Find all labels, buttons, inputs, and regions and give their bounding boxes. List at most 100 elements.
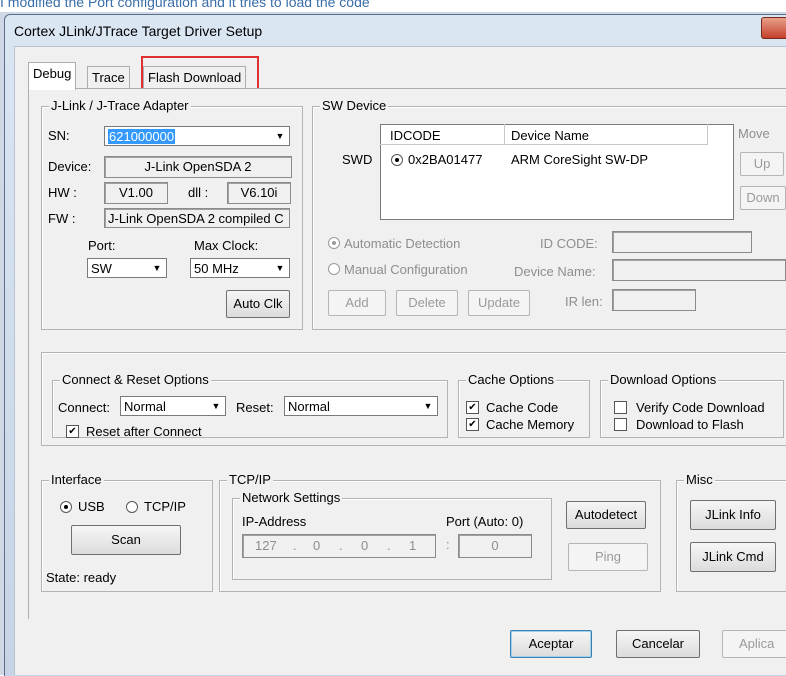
jlink-cmd-button[interactable]: JLink Cmd (690, 542, 776, 572)
sn-select[interactable]: 621000000 ▼ (104, 126, 290, 146)
tcpip-group-label: TCP/IP (227, 472, 273, 487)
autodetect-button[interactable]: Autodetect (566, 501, 646, 529)
usb-radio[interactable] (60, 501, 72, 513)
fw-value: J-Link OpenSDA 2 compiled C (104, 208, 290, 228)
sn-value: 621000000 (108, 129, 176, 144)
window-title: Cortex JLink/JTrace Target Driver Setup (14, 23, 263, 39)
verify-code-download-label: Verify Code Download (636, 400, 765, 415)
update-button[interactable]: Update (468, 290, 530, 316)
connect-label: Connect: (58, 400, 111, 415)
auto-clk-button[interactable]: Auto Clk (226, 290, 290, 318)
cache-memory-label: Cache Memory (486, 417, 575, 432)
cache-options-group-label: Cache Options (466, 372, 556, 387)
verify-code-download-checkbox[interactable] (614, 401, 627, 414)
ping-button[interactable]: Ping (568, 543, 648, 571)
reset-after-connect-checkbox[interactable]: ✔ (66, 425, 79, 438)
page-caption: I modified the Port configuration and it… (0, 0, 370, 10)
ip-octet-2: 0 (313, 538, 321, 553)
idcode-field-label: ID CODE: (540, 236, 598, 251)
ip-octet-4: 1 (409, 538, 417, 553)
chevron-down-icon: ▼ (275, 131, 285, 141)
usb-label: USB (78, 499, 105, 514)
reset-value: Normal (288, 399, 330, 414)
device-value: J-Link OpenSDA 2 (104, 156, 292, 178)
col-device-label: Device Name (511, 128, 590, 143)
col-idcode-header[interactable]: IDCODE (380, 124, 505, 145)
misc-group-label: Misc (684, 472, 715, 487)
swd-row-radio[interactable] (391, 154, 403, 166)
max-clock-value: 50 MHz (194, 261, 239, 276)
sw-device-group-label: SW Device (320, 98, 389, 113)
automatic-detection-label: Automatic Detection (344, 236, 461, 251)
ir-len-field[interactable] (612, 289, 696, 311)
jlink-info-button[interactable]: JLink Info (690, 500, 776, 530)
port-value: SW (91, 261, 112, 276)
network-settings-label: Network Settings (240, 490, 343, 505)
connect-select[interactable]: Normal ▼ (120, 396, 226, 416)
add-button[interactable]: Add (328, 290, 386, 316)
connect-reset-group-label: Connect & Reset Options (60, 372, 211, 387)
dll-value: V6.10i (227, 182, 291, 204)
ir-len-label: IR len: (565, 294, 603, 309)
close-button[interactable] (761, 17, 786, 39)
reset-select[interactable]: Normal ▼ (284, 396, 438, 416)
move-down-button[interactable]: Down (740, 186, 786, 210)
port-label: Port: (88, 238, 116, 253)
port-auto-label: Port (Auto: 0) (446, 514, 524, 529)
idcode-field[interactable] (612, 231, 752, 253)
chevron-down-icon: ▼ (423, 401, 433, 411)
download-to-flash-label: Download to Flash (636, 417, 744, 432)
download-options-group-label: Download Options (608, 372, 719, 387)
move-up-button[interactable]: Up (740, 152, 784, 176)
ip-octet-1: 127 (255, 538, 277, 553)
ip-address-field[interactable]: 127 . 0 . 0 . 1 (242, 534, 436, 558)
delete-button[interactable]: Delete (396, 290, 458, 316)
cache-memory-checkbox[interactable]: ✔ (466, 418, 479, 431)
manual-configuration-label: Manual Configuration (344, 262, 468, 277)
chevron-down-icon: ▼ (211, 401, 221, 411)
device-label: Device: (48, 159, 92, 174)
max-clock-select[interactable]: 50 MHz ▼ (190, 258, 290, 278)
col-idcode-label: IDCODE (390, 128, 441, 143)
ip-octet-3: 0 (361, 538, 369, 553)
chevron-down-icon: ▼ (152, 263, 162, 273)
reset-after-connect-label: Reset after Connect (86, 424, 202, 439)
cancel-button[interactable]: Cancelar (616, 630, 700, 658)
manual-configuration-radio[interactable] (328, 263, 340, 275)
col-device-header[interactable]: Device Name (505, 124, 708, 145)
row-idcode: 0x2BA01477 (408, 152, 483, 167)
cache-code-checkbox[interactable]: ✔ (466, 401, 479, 414)
adapter-group-label: J-Link / J-Trace Adapter (49, 98, 191, 113)
device-name-field-label: Device Name: (514, 264, 596, 279)
misc-group: Misc (676, 472, 786, 592)
apply-button[interactable]: Aplica (722, 630, 786, 658)
tab-trace[interactable]: Trace (87, 66, 130, 89)
chevron-down-icon: ▼ (275, 263, 285, 273)
port-select[interactable]: SW ▼ (87, 258, 167, 278)
reset-label: Reset: (236, 400, 274, 415)
interface-state: State: ready (46, 570, 117, 585)
tcpip-radio-label: TCP/IP (144, 499, 186, 514)
ip-address-label: IP-Address (242, 514, 307, 529)
connect-value: Normal (124, 399, 166, 414)
max-clock-label: Max Clock: (194, 238, 259, 253)
cache-code-label: Cache Code (486, 400, 559, 415)
row-device-name: ARM CoreSight SW-DP (511, 152, 649, 167)
hw-label: HW : (48, 185, 77, 200)
interface-group-label: Interface (49, 472, 104, 487)
hw-value: V1.00 (104, 182, 168, 204)
device-name-field[interactable] (612, 259, 786, 281)
download-to-flash-checkbox[interactable] (614, 418, 627, 431)
tcpip-radio[interactable] (126, 501, 138, 513)
automatic-detection-radio[interactable] (328, 237, 340, 249)
sn-label: SN: (48, 128, 70, 143)
port-field[interactable]: 0 (458, 534, 532, 558)
scan-button[interactable]: Scan (71, 525, 181, 555)
highlight-box (141, 56, 259, 90)
tab-debug[interactable]: Debug (28, 62, 77, 90)
swd-label: SWD (342, 152, 373, 167)
move-label: Move (738, 126, 770, 141)
dll-label: dll : (188, 185, 209, 200)
fw-label: FW : (48, 211, 76, 226)
ok-button[interactable]: Aceptar (510, 630, 592, 658)
